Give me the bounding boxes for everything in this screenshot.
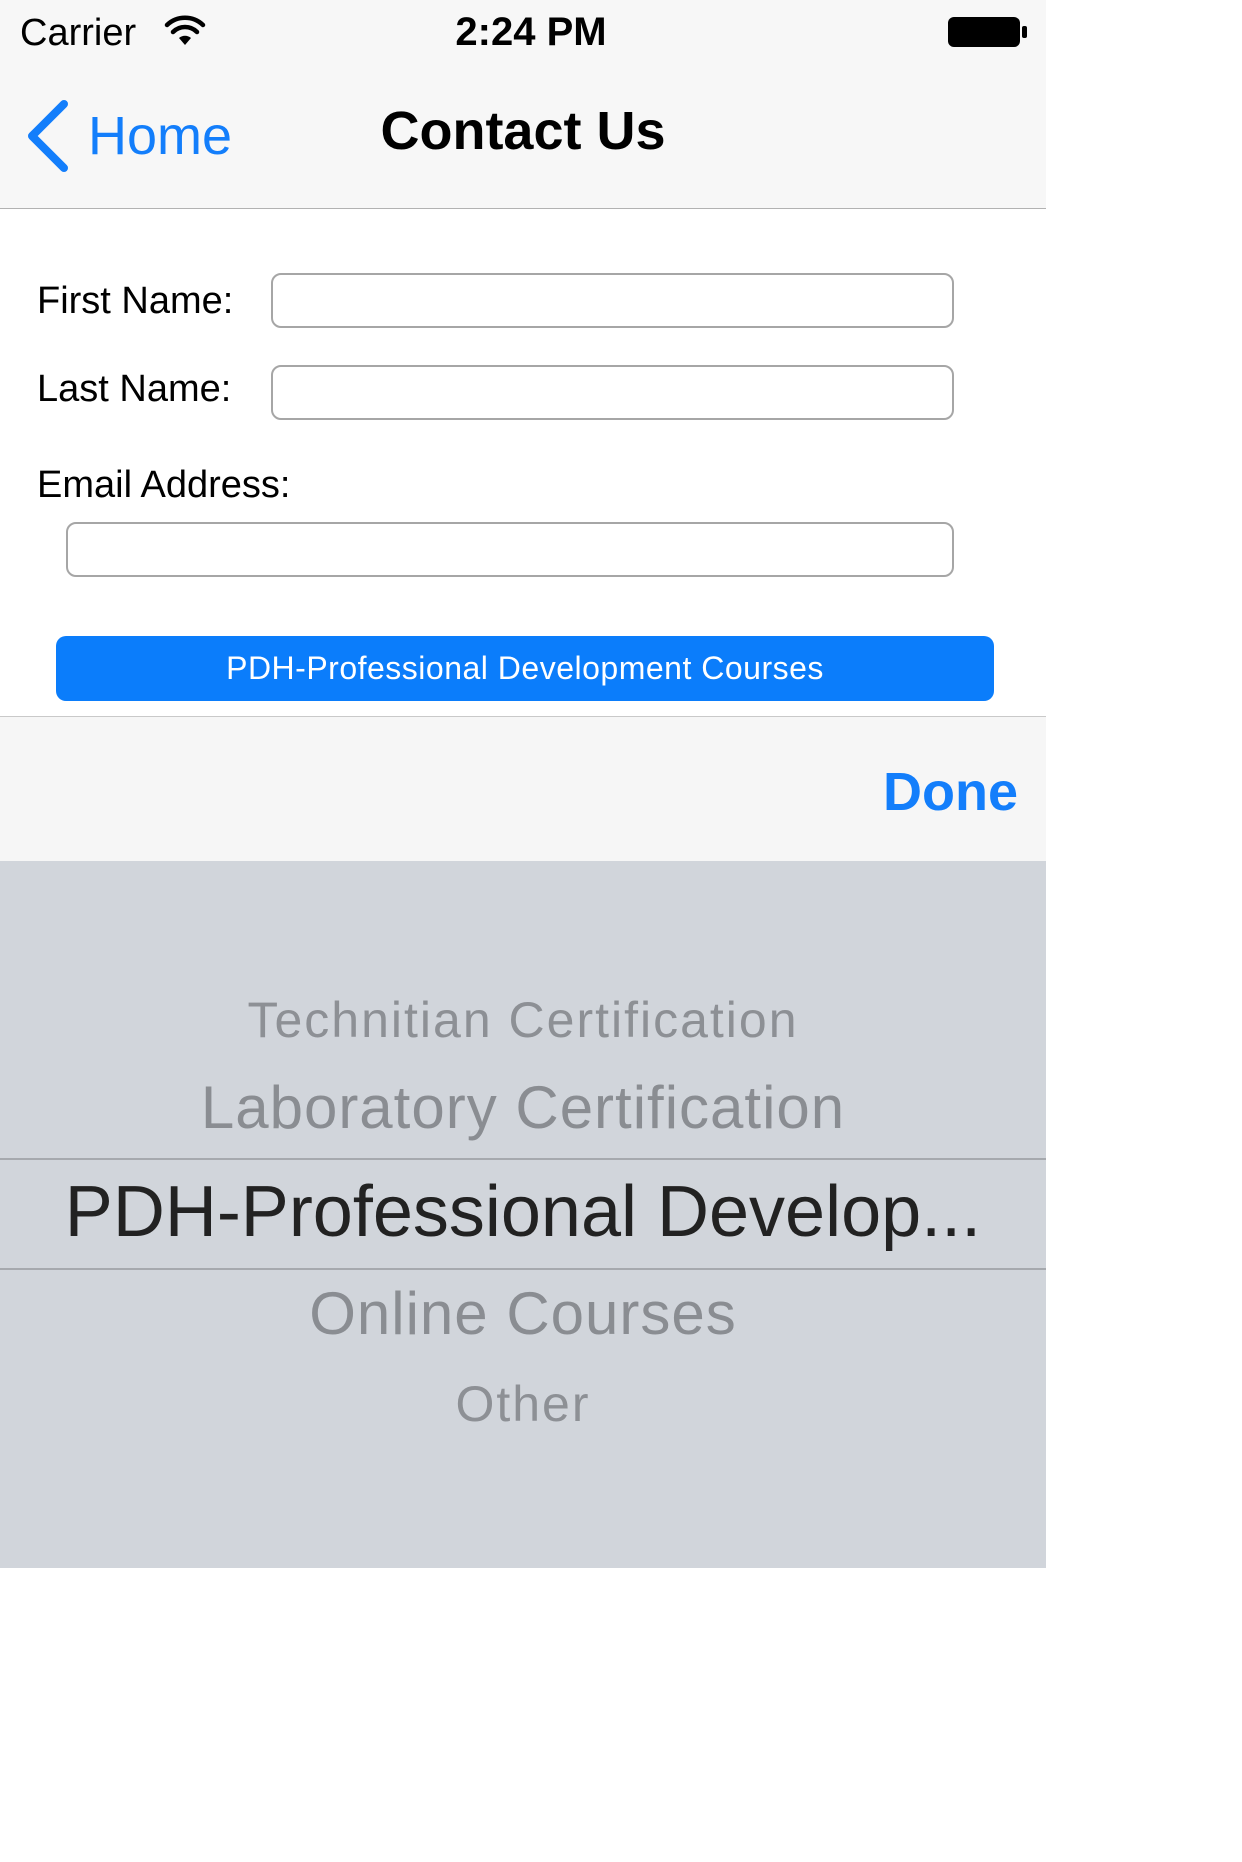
last-name-field[interactable] (271, 365, 954, 420)
battery-icon (948, 17, 1027, 47)
last-name-label: Last Name: (37, 368, 232, 410)
status-time: 2:24 PM (455, 10, 607, 54)
page-title: Contact Us (380, 101, 666, 161)
picker-option[interactable]: Online Courses (0, 1279, 1046, 1348)
picker-option[interactable]: Technitian Certification (0, 991, 1046, 1049)
email-field[interactable] (66, 522, 954, 577)
picker-option[interactable]: Other (0, 1375, 1046, 1433)
picker-option-selected[interactable]: PDH-Professional Develop... (0, 1171, 1046, 1253)
navigation-bar: Carrier 2:24 PM Home Contact Us (0, 0, 1046, 209)
email-address-label: Email Address: (37, 464, 291, 506)
course-picker-wheel[interactable]: Technitian Certification Laboratory Cert… (0, 861, 1046, 1568)
first-name-label: First Name: (37, 280, 234, 322)
picker-option[interactable]: Laboratory Certification (0, 1073, 1046, 1142)
done-button[interactable]: Done (883, 761, 1018, 823)
first-name-field[interactable] (271, 273, 954, 328)
picker-toolbar: Done (0, 716, 1046, 862)
course-select-button[interactable]: PDH-Professional Development Courses (56, 636, 994, 701)
